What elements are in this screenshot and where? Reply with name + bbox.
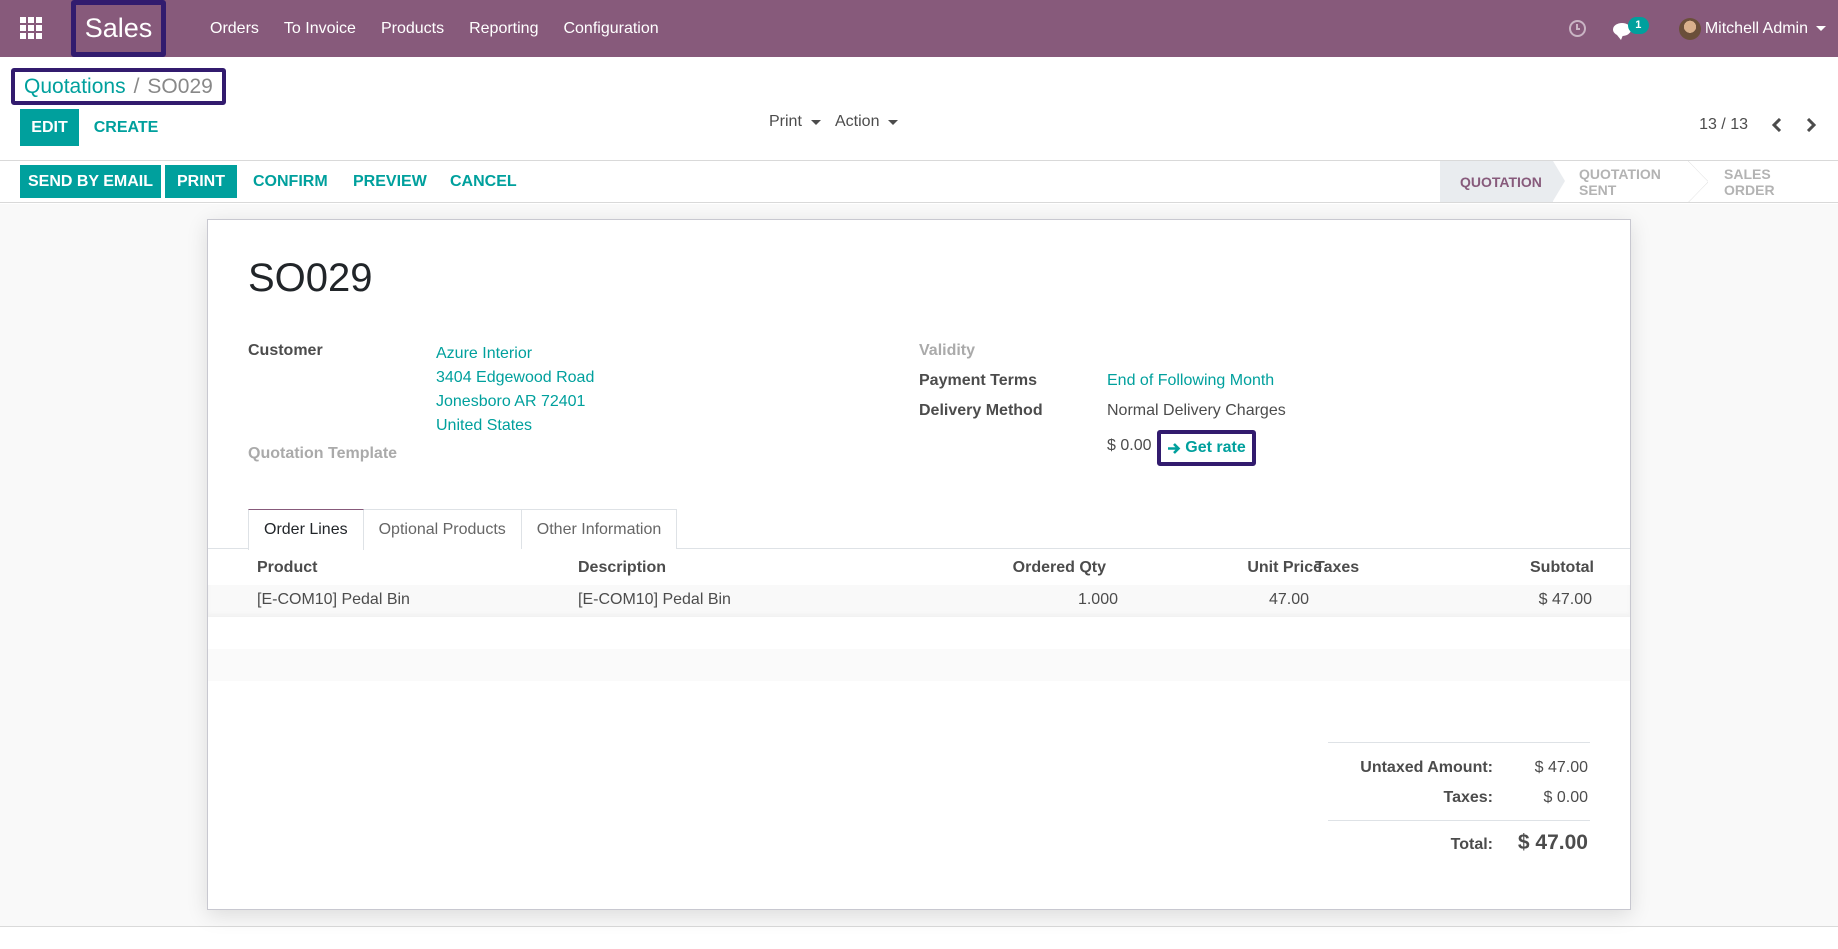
customer-label: Customer bbox=[248, 342, 323, 359]
customer-field: Azure Interior 3404 Edgewood Road Jonesb… bbox=[436, 342, 594, 438]
statusbar: Quotation Quotation Sent Sales Order bbox=[1440, 161, 1838, 202]
cell-ordered-qty: 1.000 bbox=[1077, 591, 1118, 608]
tab-other-information[interactable]: Other Information bbox=[520, 509, 678, 549]
total-label: Total: bbox=[1450, 836, 1493, 853]
action-dropdown[interactable]: Action bbox=[835, 113, 899, 131]
untaxed-amount-label: Untaxed Amount: bbox=[1360, 759, 1493, 776]
get-rate-button[interactable]: Get rate bbox=[1157, 430, 1256, 466]
order-reference-title: SO029 bbox=[248, 256, 373, 300]
systray: 1 Mitchell Admin bbox=[1568, 0, 1838, 57]
taxes-label: Taxes: bbox=[1443, 789, 1493, 806]
breadcrumb-current: SO029 bbox=[147, 74, 213, 98]
print-dropdown[interactable]: Print bbox=[769, 113, 821, 131]
caret-down-icon bbox=[810, 119, 821, 125]
get-rate-label: Get rate bbox=[1185, 439, 1246, 456]
cell-product: [E-COM10] Pedal Bin bbox=[257, 591, 410, 608]
payment-terms-link[interactable]: End of Following Month bbox=[1107, 372, 1274, 390]
send-by-email-button[interactable]: Send by Email bbox=[20, 165, 161, 198]
notebook-tabs: Order Lines Optional Products Other Info… bbox=[248, 509, 678, 550]
menu-item-reporting[interactable]: Reporting bbox=[469, 20, 538, 38]
payment-terms-label: Payment Terms bbox=[919, 372, 1037, 389]
stage-quotation-sent[interactable]: Quotation Sent bbox=[1553, 161, 1708, 202]
customer-name-link[interactable]: Azure Interior bbox=[436, 342, 594, 366]
preview-button[interactable]: Preview bbox=[353, 165, 427, 198]
customer-country[interactable]: United States bbox=[436, 414, 594, 438]
create-button[interactable]: Create bbox=[88, 109, 164, 146]
quotation-template-label: Quotation Template bbox=[248, 445, 398, 462]
apps-menu-icon[interactable] bbox=[20, 17, 42, 39]
form-header: Send by Email Print Confirm Preview Canc… bbox=[0, 161, 1838, 203]
messages-button[interactable]: 1 bbox=[1612, 16, 1649, 41]
validity-label: Validity bbox=[919, 342, 976, 359]
menu-item-orders[interactable]: Orders bbox=[210, 20, 259, 38]
caret-down-icon[interactable] bbox=[1816, 26, 1826, 31]
column-header-description[interactable]: Description bbox=[578, 559, 666, 577]
divider bbox=[0, 926, 1838, 927]
tab-optional-products[interactable]: Optional Products bbox=[362, 509, 522, 549]
divider bbox=[1328, 742, 1590, 743]
form-sheet: SO029 Customer Azure Interior 3404 Edgew… bbox=[207, 219, 1631, 910]
top-navbar: Sales Orders To Invoice Products Reporti… bbox=[0, 0, 1838, 57]
customer-street[interactable]: 3404 Edgewood Road bbox=[436, 366, 594, 390]
cell-subtotal: $ 47.00 bbox=[1538, 591, 1592, 608]
delivery-rate-value: $ 0.00 bbox=[1107, 437, 1152, 454]
menu-item-to-invoice[interactable]: To Invoice bbox=[284, 20, 356, 38]
column-header-unit-price[interactable]: Unit Price bbox=[1247, 559, 1322, 577]
main-menu: Orders To Invoice Products Reporting Con… bbox=[210, 0, 684, 57]
column-header-taxes[interactable]: Taxes bbox=[1315, 559, 1359, 577]
cancel-button[interactable]: Cancel bbox=[450, 165, 517, 198]
cell-unit-price: 47.00 bbox=[1268, 591, 1309, 608]
breadcrumb: Quotations / SO029 bbox=[11, 68, 226, 105]
pager-value[interactable]: 13 / 13 bbox=[1699, 116, 1748, 134]
pager-previous-button[interactable] bbox=[1770, 115, 1784, 135]
print-dropdown-label: Print bbox=[769, 113, 802, 130]
menu-item-configuration[interactable]: Configuration bbox=[563, 20, 658, 38]
caret-down-icon bbox=[888, 119, 899, 125]
confirm-button[interactable]: Confirm bbox=[253, 165, 328, 198]
app-name[interactable]: Sales bbox=[71, 0, 166, 57]
empty-row bbox=[208, 649, 1630, 681]
cell-description: [E-COM10] Pedal Bin bbox=[578, 591, 731, 608]
user-menu[interactable]: Mitchell Admin bbox=[1705, 20, 1808, 38]
action-dropdown-label: Action bbox=[835, 113, 880, 130]
total-value: $ 47.00 bbox=[1517, 831, 1588, 854]
divider bbox=[1328, 820, 1590, 821]
breadcrumb-quotations[interactable]: Quotations bbox=[24, 75, 126, 99]
column-header-product[interactable]: Product bbox=[257, 559, 317, 577]
table-row[interactable]: [E-COM10] Pedal Bin [E-COM10] Pedal Bin … bbox=[208, 585, 1630, 617]
pager: 13 / 13 bbox=[1699, 115, 1818, 135]
menu-item-products[interactable]: Products bbox=[381, 20, 444, 38]
messages-count-badge: 1 bbox=[1627, 16, 1649, 34]
avatar[interactable] bbox=[1678, 17, 1701, 40]
breadcrumb-separator: / bbox=[133, 74, 140, 98]
column-header-ordered-qty[interactable]: Ordered Qty bbox=[1013, 559, 1106, 577]
arrow-right-icon bbox=[1168, 442, 1181, 454]
delivery-method-value: Normal Delivery Charges bbox=[1107, 402, 1286, 419]
customer-city[interactable]: Jonesboro AR 72401 bbox=[436, 390, 594, 414]
delivery-method-label: Delivery Method bbox=[919, 402, 1043, 419]
tab-order-lines[interactable]: Order Lines bbox=[248, 509, 364, 550]
chevron-right-icon bbox=[1806, 118, 1817, 132]
stage-quotation[interactable]: Quotation bbox=[1440, 161, 1565, 202]
print-button[interactable]: Print bbox=[165, 165, 237, 198]
pager-next-button[interactable] bbox=[1804, 115, 1818, 135]
taxes-value: $ 0.00 bbox=[1543, 789, 1588, 806]
chevron-left-icon bbox=[1771, 118, 1782, 132]
edit-button[interactable]: Edit bbox=[20, 109, 79, 146]
column-header-subtotal[interactable]: Subtotal bbox=[1530, 559, 1594, 577]
empty-row bbox=[208, 617, 1630, 649]
stage-sales-order[interactable]: Sales Order bbox=[1698, 161, 1838, 202]
untaxed-amount-value: $ 47.00 bbox=[1534, 759, 1588, 776]
clock-icon[interactable] bbox=[1568, 20, 1586, 37]
